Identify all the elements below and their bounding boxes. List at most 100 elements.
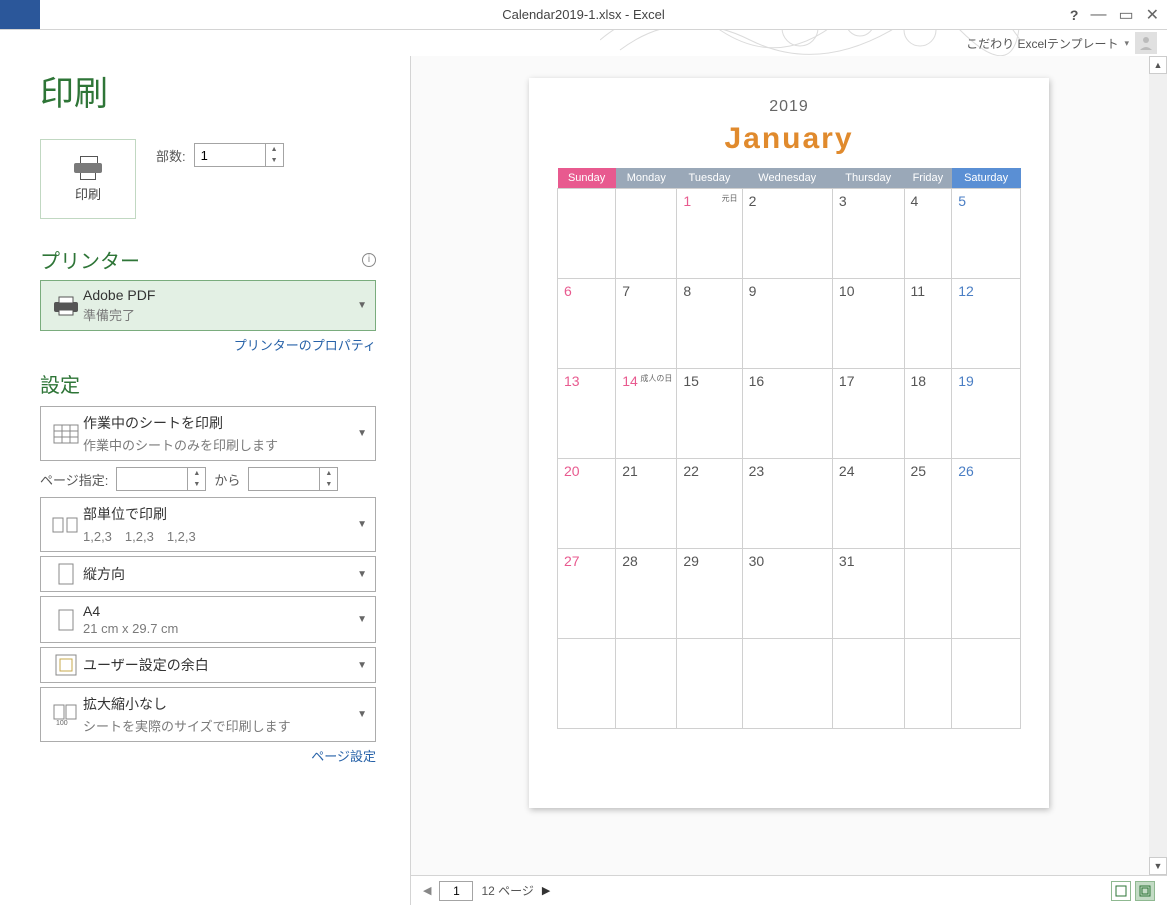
preview-panel: 2019 January SundayMondayTuesdayWednesda…	[410, 56, 1167, 905]
calendar-cell: 11	[904, 279, 952, 369]
sheet-icon	[49, 424, 83, 444]
scroll-down-icon[interactable]: ▼	[1149, 857, 1167, 875]
svg-text:100: 100	[56, 720, 68, 726]
page-from-input[interactable]	[117, 468, 187, 490]
calendar-cell: 28	[616, 549, 677, 639]
scroll-up-icon[interactable]: ▲	[1149, 56, 1167, 74]
orientation-dropdown[interactable]: 縦方向 ▼	[40, 556, 376, 592]
account-dropdown-arrow[interactable]: ▾	[1124, 38, 1129, 49]
calendar-cell: 23	[742, 459, 832, 549]
day-header: Saturday	[952, 168, 1021, 189]
calendar-cell: 4	[904, 189, 952, 279]
calendar-cell: 25	[904, 459, 952, 549]
day-header: Wednesday	[742, 168, 832, 189]
chevron-down-icon: ▼	[357, 519, 367, 530]
copies-down[interactable]: ▼	[266, 155, 283, 166]
copies-spinner[interactable]: ▲▼	[194, 143, 284, 167]
portrait-icon	[49, 563, 83, 585]
copies-up[interactable]: ▲	[266, 144, 283, 155]
chevron-down-icon: ▼	[357, 428, 367, 439]
calendar-cell	[952, 549, 1021, 639]
calendar-cell: 18	[904, 369, 952, 459]
margins-dropdown[interactable]: ユーザー設定の余白 ▼	[40, 647, 376, 683]
calendar-cell: 26	[952, 459, 1021, 549]
calendar-cell: 10	[832, 279, 904, 369]
day-header: Tuesday	[677, 168, 742, 189]
printer-status: 準備完了	[83, 305, 351, 324]
chevron-down-icon: ▼	[357, 709, 367, 720]
back-region[interactable]	[0, 0, 40, 29]
minimize-button[interactable]: —	[1090, 6, 1106, 24]
copies-input[interactable]	[195, 144, 265, 166]
total-pages: 12 ページ	[481, 882, 533, 899]
printer-properties-link[interactable]: プリンターのプロパティ	[234, 338, 376, 353]
calendar-cell: 2	[742, 189, 832, 279]
calendar-table: SundayMondayTuesdayWednesdayThursdayFrid…	[557, 168, 1021, 729]
calendar-cell: 24	[832, 459, 904, 549]
page-to-spinner[interactable]: ▲▼	[248, 467, 338, 491]
scaling-icon: 100	[49, 704, 83, 726]
restore-button[interactable]: ▭	[1118, 5, 1133, 25]
calendar-cell	[616, 189, 677, 279]
paper-dropdown[interactable]: A4 21 cm x 29.7 cm ▼	[40, 596, 376, 643]
print-button[interactable]: 印刷	[40, 139, 136, 219]
chevron-down-icon: ▼	[357, 569, 367, 580]
page-icon	[49, 609, 83, 631]
account-name[interactable]: こだわり Excelテンプレート	[966, 35, 1118, 52]
preview-nav-bar: ◀ 12 ページ ▶	[411, 875, 1167, 905]
zoom-to-page-button[interactable]	[1135, 881, 1155, 901]
scaling-dropdown[interactable]: 100 拡大縮小なし シートを実際のサイズで印刷します ▼	[40, 687, 376, 742]
calendar-cell	[558, 189, 616, 279]
page-to-input[interactable]	[249, 468, 319, 490]
calendar-cell: 8	[677, 279, 742, 369]
calendar-cell: 15	[677, 369, 742, 459]
calendar-cell: 7	[616, 279, 677, 369]
orientation-title: 縦方向	[83, 564, 351, 584]
calendar-cell: 14成人の日	[616, 369, 677, 459]
show-margins-button[interactable]	[1111, 881, 1131, 901]
calendar-cell	[832, 639, 904, 729]
calendar-cell	[616, 639, 677, 729]
next-page-button[interactable]: ▶	[542, 884, 550, 897]
collate-dropdown[interactable]: 部単位で印刷 1,2,3 1,2,3 1,2,3 ▼	[40, 497, 376, 552]
page-range-label: ページ指定:	[40, 470, 108, 489]
printer-device-icon	[49, 296, 83, 316]
help-icon[interactable]: ?	[1070, 7, 1079, 23]
close-button[interactable]: ✕	[1146, 5, 1159, 25]
scaling-sub: シートを実際のサイズで印刷します	[83, 716, 351, 735]
current-page-input[interactable]	[439, 881, 473, 901]
day-header: Sunday	[558, 168, 616, 189]
printer-icon	[74, 156, 102, 178]
print-settings-panel: 印刷 印刷 部数: ▲▼ プリンター i Adobe PDF	[0, 56, 410, 905]
calendar-cell	[952, 639, 1021, 729]
print-what-dropdown[interactable]: 作業中のシートを印刷 作業中のシートのみを印刷します ▼	[40, 406, 376, 461]
scaling-title: 拡大縮小なし	[83, 694, 351, 714]
avatar[interactable]	[1135, 32, 1157, 54]
printer-section-title: プリンター	[40, 245, 140, 274]
title-bar: Calendar2019-1.xlsx - Excel ? — ▭ ✕	[0, 0, 1167, 30]
vertical-scrollbar[interactable]: ▲ ▼	[1149, 56, 1167, 875]
prev-page-button[interactable]: ◀	[423, 884, 431, 897]
calendar-cell: 29	[677, 549, 742, 639]
calendar-year: 2019	[557, 98, 1021, 116]
collate-title: 部単位で印刷	[83, 504, 351, 524]
print-button-label: 印刷	[75, 184, 101, 203]
calendar-cell: 27	[558, 549, 616, 639]
printer-dropdown[interactable]: Adobe PDF 準備完了 ▼	[40, 280, 376, 331]
collate-icon	[49, 515, 83, 535]
day-header: Thursday	[832, 168, 904, 189]
calendar-cell: 6	[558, 279, 616, 369]
window-title: Calendar2019-1.xlsx - Excel	[502, 7, 665, 22]
calendar-cell	[677, 639, 742, 729]
calendar-cell: 22	[677, 459, 742, 549]
day-header: Friday	[904, 168, 952, 189]
page-setup-link[interactable]: ページ設定	[311, 749, 376, 764]
chevron-down-icon: ▼	[357, 300, 367, 311]
margins-title: ユーザー設定の余白	[83, 655, 351, 675]
calendar-cell	[558, 639, 616, 729]
info-icon[interactable]: i	[362, 253, 376, 267]
page-from-spinner[interactable]: ▲▼	[116, 467, 206, 491]
account-bar: こだわり Excelテンプレート ▾	[0, 30, 1167, 56]
day-header: Monday	[616, 168, 677, 189]
chevron-down-icon: ▼	[357, 660, 367, 671]
